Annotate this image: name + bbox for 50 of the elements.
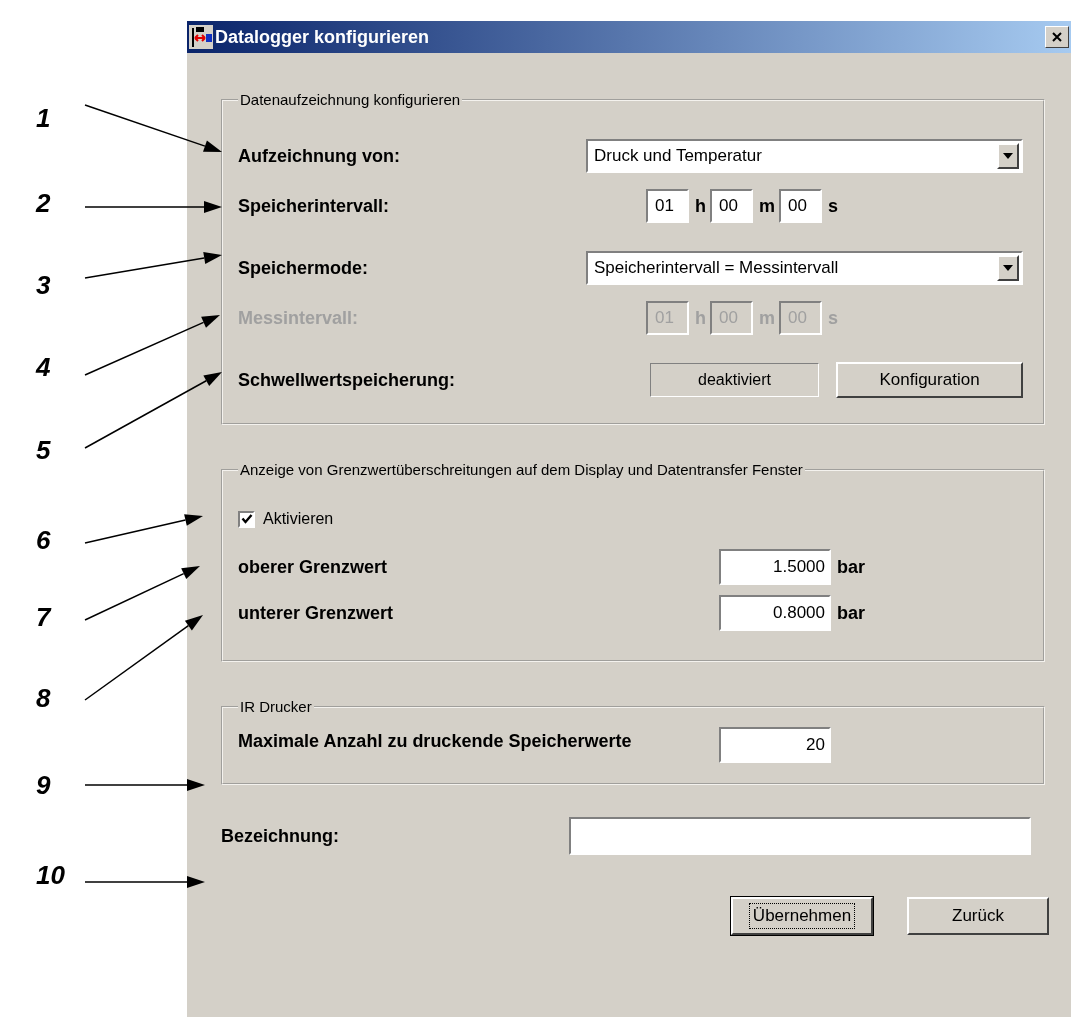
unit-label: m <box>759 195 775 217</box>
field-label: unterer Grenzwert <box>238 602 395 624</box>
dialog-button[interactable]: Zurück <box>907 897 1049 935</box>
unit-label: bar <box>837 556 865 578</box>
caret-icon <box>1003 153 1013 159</box>
dropdown-button[interactable] <box>997 255 1019 281</box>
close-icon <box>1052 32 1062 42</box>
input-field[interactable] <box>569 817 1031 855</box>
field-label: Bezeichnung: <box>221 825 340 847</box>
callout-number: 4 <box>36 351 51 383</box>
configuration-button[interactable]: Konfiguration <box>836 362 1023 398</box>
field-label: Speicherintervall: <box>238 195 391 217</box>
group-title: Datenaufzeichnung konfigurieren <box>239 91 462 108</box>
unit-label: bar <box>837 602 865 624</box>
dialog-button[interactable]: Übernehmen <box>731 897 873 935</box>
input-field[interactable]: 0.8000 <box>719 595 831 631</box>
callout-number: 1 <box>36 102 51 134</box>
callout-number: 10 <box>36 859 65 891</box>
checkmark-icon <box>240 513 253 525</box>
callout-number: 6 <box>36 524 51 556</box>
dropdown[interactable]: Speicherintervall = Messintervall <box>586 251 1023 285</box>
unit-label: h <box>695 195 706 217</box>
field-label: Schwellwertspeicherung: <box>238 369 457 391</box>
status-indicator: deaktiviert <box>650 363 819 397</box>
callout-number: 7 <box>36 601 51 633</box>
app-icon <box>189 25 213 49</box>
callout-number: 5 <box>36 434 51 466</box>
field-label: Aufzeichnung von: <box>238 145 401 167</box>
callout-number: 8 <box>36 682 51 714</box>
dropdown-button[interactable] <box>997 143 1019 169</box>
dropdown[interactable]: Druck und Temperatur <box>586 139 1023 173</box>
window-title: Datalogger konfigurieren <box>215 26 431 48</box>
time-field[interactable]: 00 <box>710 189 753 223</box>
callout-number: 9 <box>36 769 51 801</box>
callout-number: 3 <box>36 269 51 301</box>
close-button[interactable] <box>1045 26 1069 48</box>
group-title: IR Drucker <box>239 698 313 715</box>
field-label: Speichermode: <box>238 257 370 279</box>
group-title: Anzeige von Grenzwertüberschreitungen auf dem Display und Datentransfer Fenster <box>239 461 804 478</box>
checkbox[interactable] <box>238 510 255 528</box>
time-field[interactable]: 01 <box>646 189 689 223</box>
input-field[interactable]: 1.5000 <box>719 549 831 585</box>
caret-icon <box>1003 265 1013 271</box>
field-label: Maximale Anzahl zu druckende Speicherwerte <box>238 729 633 753</box>
field-label: oberer Grenzwert <box>238 556 389 578</box>
unit-label: s <box>828 195 839 217</box>
input-field[interactable]: 20 <box>719 727 831 763</box>
callout-number: 2 <box>36 187 51 219</box>
time-field[interactable]: 00 <box>779 189 822 223</box>
checkbox-label: Aktivieren <box>263 510 334 528</box>
